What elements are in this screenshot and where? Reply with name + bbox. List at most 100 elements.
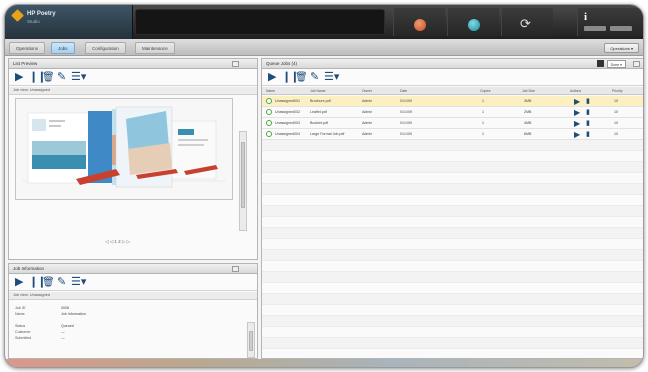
empty-row xyxy=(262,162,643,173)
empty-row xyxy=(262,305,643,316)
scroll-thumb[interactable] xyxy=(249,331,253,351)
panel-collapse-icon[interactable] xyxy=(244,61,251,67)
cell-owner: Admin xyxy=(362,132,373,136)
preview-pager[interactable]: ◁ ◁ 1 2 ▷ ▷ xyxy=(105,239,130,245)
play-icon[interactable]: ▶ xyxy=(574,119,580,128)
cell-job: Large Format Job.pdf xyxy=(310,132,345,136)
panel-settings-icon[interactable] xyxy=(633,61,640,67)
trash-icon[interactable]: ▮ xyxy=(586,130,590,139)
trash-icon[interactable]: ▮ xyxy=(586,108,590,117)
main-tab-bar: Operations Jobs Configuration Maintenanc… xyxy=(5,39,643,56)
status-indicator-1[interactable] xyxy=(393,8,445,36)
app-window: HP Poetry Studio ⟳ i Operations Jobs Con… xyxy=(4,4,644,368)
queue-jobs-panel: Queue Jobs (4) Done ▾ ▶ ❙❙ 🗑 ✎ ☰▾ Name J… xyxy=(261,58,643,359)
play-icon[interactable]: ▶ xyxy=(15,276,23,289)
empty-row xyxy=(262,151,643,162)
cell-size: 2MB xyxy=(524,110,532,114)
col-owner[interactable]: Owner xyxy=(362,89,372,93)
play-icon[interactable]: ▶ xyxy=(574,130,580,139)
col-job-size[interactable]: Job Size xyxy=(522,89,535,93)
list-preview-panel: List Preview ▶ ❙❙ 🗑 ✎ ☰▾ Job view: Unass… xyxy=(8,58,258,260)
subheader-text: Job view: Unassigned xyxy=(13,88,50,92)
subheader-text: Job view: Unassigned xyxy=(13,293,50,297)
play-icon[interactable]: ▶ xyxy=(574,97,580,106)
status-teal-icon xyxy=(468,19,480,31)
cell-name: Unassigned002 xyxy=(275,110,300,114)
col-date[interactable]: Date xyxy=(400,89,407,93)
panel-settings-icon[interactable] xyxy=(232,61,239,67)
empty-row xyxy=(262,239,643,250)
trash-icon[interactable]: 🗑 xyxy=(42,276,55,289)
empty-row xyxy=(262,338,643,349)
trash-icon[interactable]: 🗑 xyxy=(42,71,55,84)
col-name[interactable]: Name xyxy=(266,89,275,93)
trash-icon[interactable]: ▮ xyxy=(586,97,590,106)
edit-icon[interactable]: ✎ xyxy=(57,71,66,84)
document-preview xyxy=(15,98,233,200)
prop-key: Name xyxy=(15,312,25,316)
play-icon[interactable]: ▶ xyxy=(574,108,580,117)
cell-size: 4MB xyxy=(524,121,532,125)
panel-settings-icon[interactable] xyxy=(232,266,239,272)
list-menu-icon[interactable]: ☰▾ xyxy=(71,276,86,289)
cell-name: Unassigned004 xyxy=(275,132,300,136)
list-menu-icon[interactable]: ☰▾ xyxy=(71,71,86,84)
tab-jobs[interactable]: Jobs xyxy=(51,42,75,54)
tab-configuration[interactable]: Configuration xyxy=(85,42,126,54)
refresh-box[interactable]: ⟳ xyxy=(501,8,553,36)
col-job-name[interactable]: Job Name xyxy=(310,89,325,93)
col-priority[interactable]: Priority xyxy=(612,89,623,93)
trash-icon[interactable]: ▮ xyxy=(586,119,590,128)
tab-maintenance[interactable]: Maintenance xyxy=(135,42,175,54)
edit-icon[interactable]: ✎ xyxy=(57,276,66,289)
save-icon[interactable] xyxy=(597,60,604,67)
preview-toolbar: ▶ ❙❙ 🗑 ✎ ☰▾ xyxy=(9,69,257,86)
table-row[interactable]: Unassigned002 Leaflet.pdf Admin 01/1/09 … xyxy=(262,107,643,118)
cell-copies: 1 xyxy=(482,110,484,114)
table-row[interactable]: Unassigned003 Booklet.pdf Admin 01/1/09 … xyxy=(262,118,643,129)
list-menu-icon[interactable]: ☰▾ xyxy=(324,71,339,84)
prop-value: — xyxy=(61,336,65,340)
col-actions[interactable]: Actions xyxy=(570,89,581,93)
empty-row xyxy=(262,283,643,294)
cell-date: 01/1/09 xyxy=(400,132,412,136)
logo-star-icon xyxy=(11,9,24,22)
view-dropdown[interactable]: Done ▾ xyxy=(606,60,626,68)
scroll-thumb[interactable] xyxy=(241,142,245,208)
cell-job: Leaflet.pdf xyxy=(310,110,327,114)
play-icon[interactable]: ▶ xyxy=(268,71,276,84)
user-info-box[interactable]: i xyxy=(577,8,643,36)
trash-icon[interactable]: 🗑 xyxy=(295,71,308,84)
preview-scrollbar[interactable] xyxy=(239,131,247,231)
app-logo: HP Poetry Studio xyxy=(5,5,133,39)
cell-job: Brochure.pdf xyxy=(310,99,331,103)
table-row[interactable]: Unassigned001 Brochure.pdf Admin 01/1/09… xyxy=(262,96,643,107)
panel-title: Job Information xyxy=(13,266,45,271)
panel-title: Queue Jobs (4) xyxy=(266,61,298,66)
status-indicator-2[interactable] xyxy=(447,8,499,36)
message-panel xyxy=(135,9,385,35)
panel-header: List Preview xyxy=(9,59,257,69)
table-row[interactable]: Unassigned004 Large Format Job.pdf Admin… xyxy=(262,129,643,140)
top-bar: HP Poetry Studio ⟳ i xyxy=(5,5,643,39)
properties-scrollbar[interactable] xyxy=(247,322,255,358)
job-information-panel: Job Information ▶ ❙❙ 🗑 ✎ ☰▾ Job view: Un… xyxy=(8,263,258,359)
empty-row xyxy=(262,217,643,228)
cell-size: 3MB xyxy=(524,99,532,103)
play-icon[interactable]: ▶ xyxy=(15,71,23,84)
panel-title: List Preview xyxy=(13,61,38,66)
empty-row xyxy=(262,173,643,184)
empty-row xyxy=(262,261,643,272)
operations-dropdown[interactable]: Operations ▾ xyxy=(604,43,639,53)
refresh-icon: ⟳ xyxy=(520,16,531,31)
cell-name: Unassigned003 xyxy=(275,121,300,125)
status-red-icon xyxy=(414,19,426,31)
prop-value: 0008 xyxy=(61,306,69,310)
cell-size: 6MB xyxy=(524,132,532,136)
cell-priority: 10 xyxy=(614,132,618,136)
col-copies[interactable]: Copies xyxy=(480,89,491,93)
tab-operations[interactable]: Operations xyxy=(9,42,46,54)
empty-row xyxy=(262,195,643,206)
edit-icon[interactable]: ✎ xyxy=(310,71,319,84)
panel-header: Queue Jobs (4) Done ▾ xyxy=(262,59,643,69)
